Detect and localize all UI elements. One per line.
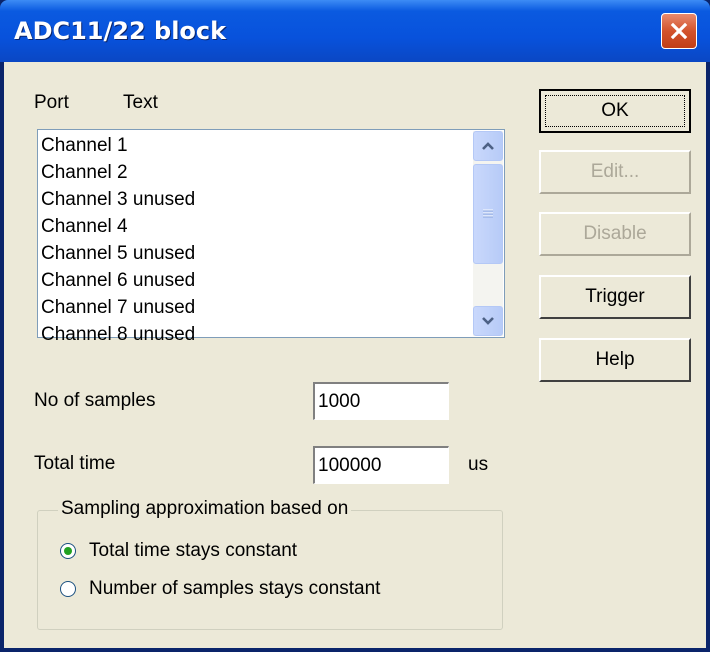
trigger-button[interactable]: Trigger <box>539 275 691 319</box>
channel-listbox[interactable]: Channel 1 Channel 2 Channel 3 unused Cha… <box>37 129 505 345</box>
window-title: ADC11/22 block <box>14 17 227 45</box>
title-bar[interactable]: ADC11/22 block <box>0 0 710 62</box>
time-unit-label: us <box>468 454 489 475</box>
list-item[interactable]: Channel 3 unused <box>41 186 195 213</box>
list-item[interactable]: Channel 7 unused <box>41 294 195 321</box>
list-item[interactable]: Channel 2 <box>41 159 195 186</box>
help-button-label: Help <box>595 349 635 370</box>
scroll-down-button[interactable] <box>473 306 503 336</box>
help-button[interactable]: Help <box>539 338 691 382</box>
close-button[interactable] <box>661 13 697 49</box>
list-item[interactable]: Channel 4 <box>41 213 195 240</box>
sampling-groupbox <box>37 510 503 630</box>
total-time-label: Total time <box>34 453 116 474</box>
chevron-down-icon <box>482 317 494 325</box>
dialog-client-area: Port Text Channel 1 Channel 2 Channel 3 … <box>4 62 706 648</box>
radio-total-time[interactable]: Total time stays constant <box>60 540 297 562</box>
list-item[interactable]: Channel 5 unused <box>41 240 195 267</box>
radio-selected-dot <box>64 547 72 555</box>
disable-button-label: Disable <box>583 223 647 244</box>
vertical-scrollbar[interactable] <box>473 131 503 336</box>
trigger-button-label: Trigger <box>585 286 645 307</box>
close-icon <box>670 22 688 40</box>
scroll-up-button[interactable] <box>473 131 503 161</box>
radio-button[interactable] <box>60 581 76 597</box>
edit-button[interactable]: Edit... <box>539 150 691 194</box>
list-item[interactable]: Channel 6 unused <box>41 267 195 294</box>
ok-button[interactable]: OK <box>539 89 691 133</box>
edit-button-label: Edit... <box>590 161 640 182</box>
scroll-thumb[interactable] <box>473 164 503 264</box>
disable-button[interactable]: Disable <box>539 212 691 256</box>
sampling-group-title: Sampling approximation based on <box>58 498 352 520</box>
samples-label: No of samples <box>34 390 156 411</box>
total-time-input[interactable] <box>313 446 449 484</box>
radio-number-of-samples-label: Number of samples stays constant <box>89 578 381 599</box>
column-header-text: Text <box>123 92 158 113</box>
grip-icon <box>483 209 493 218</box>
chevron-up-icon <box>482 142 494 150</box>
radio-button[interactable] <box>60 543 76 559</box>
samples-input[interactable] <box>313 382 449 420</box>
dialog-window: ADC11/22 block Port Text Channel 1 Chann… <box>0 0 710 652</box>
list-item[interactable]: Channel 8 unused <box>41 321 195 348</box>
column-header-port: Port <box>34 92 69 113</box>
radio-total-time-label: Total time stays constant <box>89 540 298 561</box>
radio-number-of-samples[interactable]: Number of samples stays constant <box>60 578 380 600</box>
list-item[interactable]: Channel 1 <box>41 132 195 159</box>
